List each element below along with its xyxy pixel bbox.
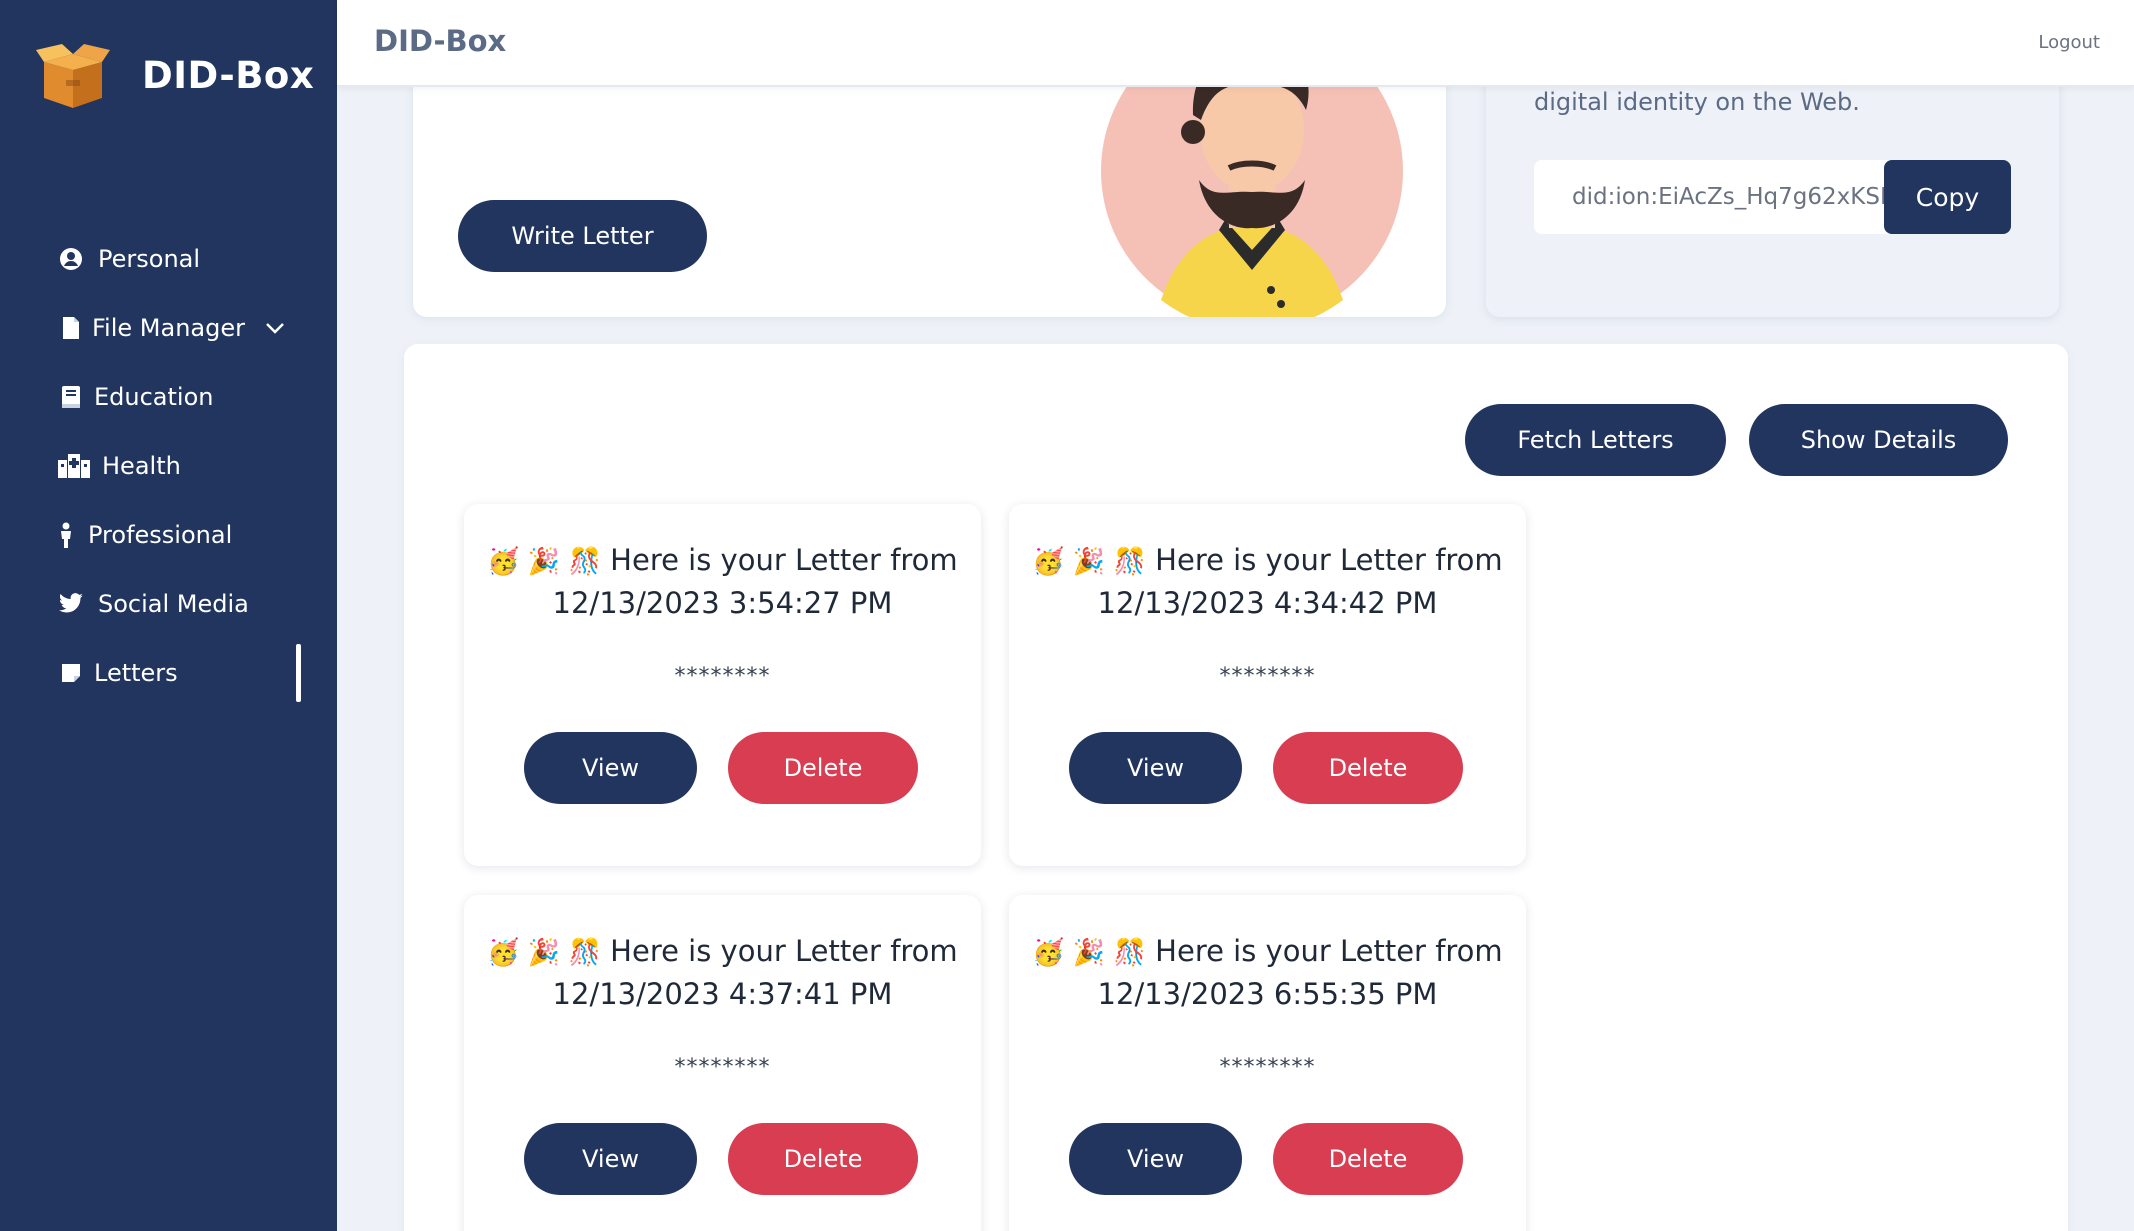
view-button[interactable]: View: [524, 1123, 697, 1195]
letter-heading: Here is your Letter from: [610, 543, 958, 577]
letter-title: 🥳 🎉 🎊 Here is your Letter from 12/13/202…: [1029, 540, 1506, 624]
letter-masked-content: ********: [1219, 1055, 1316, 1080]
view-button[interactable]: View: [1069, 732, 1242, 804]
celebration-emoji-icon: 🥳 🎉 🎊: [1032, 938, 1146, 968]
sidebar-item-education[interactable]: Education: [0, 362, 337, 431]
twitter-icon: [58, 591, 84, 617]
sidebar-item-letters[interactable]: Letters: [0, 638, 337, 707]
user-circle-icon: [58, 246, 84, 272]
sidebar-item-label: Letters: [94, 658, 178, 687]
letter-date: 12/13/2023 4:34:42 PM: [1097, 586, 1438, 620]
sidebar-item-social-media[interactable]: Social Media: [0, 569, 337, 638]
fetch-letters-button[interactable]: Fetch Letters: [1465, 404, 1726, 476]
profile-card: Write Letter: [413, 60, 1446, 317]
celebration-emoji-icon: 🥳 🎉 🎊: [487, 547, 601, 577]
letter-heading: Here is your Letter from: [1155, 934, 1503, 968]
letter-masked-content: ********: [674, 1055, 771, 1080]
letters-panel: Fetch Letters Show Details 🥳 🎉 🎊 Here is…: [404, 344, 2068, 1231]
sidebar: DID-Box Personal File Manager Education: [0, 0, 337, 1231]
did-description: digital identity on the Web.: [1534, 88, 1860, 116]
delete-button[interactable]: Delete: [1273, 732, 1463, 804]
letter-card: 🥳 🎉 🎊 Here is your Letter from 12/13/202…: [464, 504, 981, 866]
view-button[interactable]: View: [524, 732, 697, 804]
view-button[interactable]: View: [1069, 1123, 1242, 1195]
delete-button[interactable]: Delete: [728, 1123, 918, 1195]
copy-button[interactable]: Copy: [1884, 160, 2011, 234]
letter-heading: Here is your Letter from: [1155, 543, 1503, 577]
sidebar-item-health[interactable]: Health: [0, 431, 337, 500]
box-logo-icon: [36, 44, 110, 108]
letter-card: 🥳 🎉 🎊 Here is your Letter from 12/13/202…: [464, 895, 981, 1231]
chevron-down-icon[interactable]: [265, 317, 287, 339]
brand[interactable]: DID-Box: [36, 40, 314, 110]
did-field[interactable]: did:ion:EiAcZs_Hq7g62xKSMr: [1534, 160, 1894, 234]
letter-card: 🥳 🎉 🎊 Here is your Letter from 12/13/202…: [1009, 895, 1526, 1231]
write-letter-button[interactable]: Write Letter: [458, 200, 707, 272]
sidebar-item-label: Health: [102, 451, 181, 480]
person-standing-icon: [58, 522, 74, 548]
sidebar-item-label: Social Media: [98, 589, 249, 618]
delete-button[interactable]: Delete: [1273, 1123, 1463, 1195]
letter-card: 🥳 🎉 🎊 Here is your Letter from 12/13/202…: [1009, 504, 1526, 866]
letter-date: 12/13/2023 3:54:27 PM: [552, 586, 893, 620]
sticky-note-icon: [58, 660, 84, 686]
hospital-icon: [58, 453, 90, 479]
sidebar-item-professional[interactable]: Professional: [0, 500, 337, 569]
show-details-button[interactable]: Show Details: [1749, 404, 2008, 476]
file-icon: [58, 315, 84, 341]
delete-button[interactable]: Delete: [728, 732, 918, 804]
page-title: DID-Box: [374, 24, 507, 58]
avatar: [1101, 60, 1403, 317]
brand-name: DID-Box: [142, 53, 315, 97]
sidebar-item-label: Education: [94, 382, 214, 411]
letter-title: 🥳 🎉 🎊 Here is your Letter from 12/13/202…: [1029, 931, 1506, 1015]
letter-date: 12/13/2023 6:55:35 PM: [1097, 977, 1438, 1011]
sidebar-item-label: Personal: [98, 244, 201, 273]
book-icon: [58, 384, 84, 410]
letter-masked-content: ********: [674, 664, 771, 689]
celebration-emoji-icon: 🥳 🎉 🎊: [1032, 547, 1146, 577]
sidebar-item-label: File Manager: [92, 313, 245, 342]
sidebar-nav: Personal File Manager Education Health P…: [0, 224, 337, 707]
letter-date: 12/13/2023 4:37:41 PM: [552, 977, 893, 1011]
letter-heading: Here is your Letter from: [610, 934, 958, 968]
did-card: digital identity on the Web. did:ion:EiA…: [1486, 60, 2059, 317]
letter-title: 🥳 🎉 🎊 Here is your Letter from 12/13/202…: [484, 540, 961, 624]
letter-masked-content: ********: [1219, 664, 1316, 689]
sidebar-item-label: Professional: [88, 520, 233, 549]
letter-title: 🥳 🎉 🎊 Here is your Letter from 12/13/202…: [484, 931, 961, 1015]
did-value: did:ion:EiAcZs_Hq7g62xKSMr: [1572, 184, 1894, 210]
sidebar-item-personal[interactable]: Personal: [0, 224, 337, 293]
topbar: DID-Box Logout: [337, 0, 2134, 87]
celebration-emoji-icon: 🥳 🎉 🎊: [487, 938, 601, 968]
sidebar-item-file-manager[interactable]: File Manager: [0, 293, 337, 362]
logout-link[interactable]: Logout: [2038, 32, 2100, 53]
